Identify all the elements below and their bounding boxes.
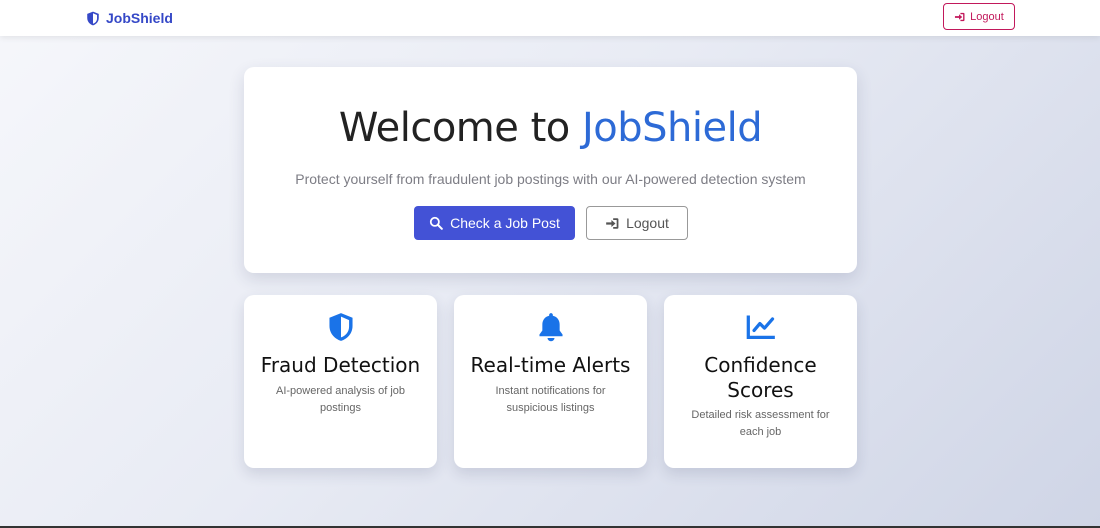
bell-icon (538, 313, 563, 342)
shield-icon (328, 313, 353, 341)
hero-logout-button[interactable]: Logout (586, 206, 688, 240)
sign-out-icon (606, 217, 619, 229)
feature-icon-wrap (244, 312, 437, 342)
chart-line-icon (746, 315, 775, 339)
hero-title: Welcome to JobShield (244, 105, 857, 151)
feature-card-fraud-detection: Fraud Detection AI-powered analysis of j… (244, 295, 437, 468)
hero-title-prefix: Welcome to (338, 105, 582, 151)
sign-out-icon (955, 12, 965, 21)
hero-subtitle: Protect yourself from fraudulent job pos… (295, 171, 806, 187)
feature-description: Instant notifications for suspicious lis… (495, 385, 606, 414)
hero-title-accent: JobShield (581, 105, 763, 151)
feature-icon-wrap (454, 312, 647, 342)
hero-card: Welcome to JobShield Protect yourself fr… (244, 67, 857, 273)
feature-title: Confidence Scores (704, 353, 817, 402)
brand-name: JobShield (106, 10, 173, 26)
check-job-post-button[interactable]: Check a Job Post (414, 206, 575, 240)
brand-link[interactable]: JobShield (86, 8, 173, 28)
feature-description: Detailed risk assessment for each job (691, 409, 830, 438)
nav-logout-label: Logout (970, 10, 1004, 23)
search-icon (430, 216, 443, 230)
feature-icon-wrap (664, 312, 857, 342)
check-job-post-label: Check a Job Post (450, 215, 560, 231)
hero-logout-label: Logout (626, 215, 669, 231)
nav-logout-button[interactable]: Logout (943, 3, 1015, 30)
feature-title: Real-time Alerts (470, 353, 631, 377)
feature-card-confidence-scores: Confidence Scores Detailed risk assessme… (664, 295, 857, 468)
shield-icon (87, 11, 99, 25)
feature-card-realtime-alerts: Real-time Alerts Instant notifications f… (454, 295, 647, 468)
navbar: JobShield Logout (0, 0, 1100, 36)
feature-title: Fraud Detection (260, 353, 421, 377)
feature-description: AI-powered analysis of job postings (275, 385, 405, 414)
